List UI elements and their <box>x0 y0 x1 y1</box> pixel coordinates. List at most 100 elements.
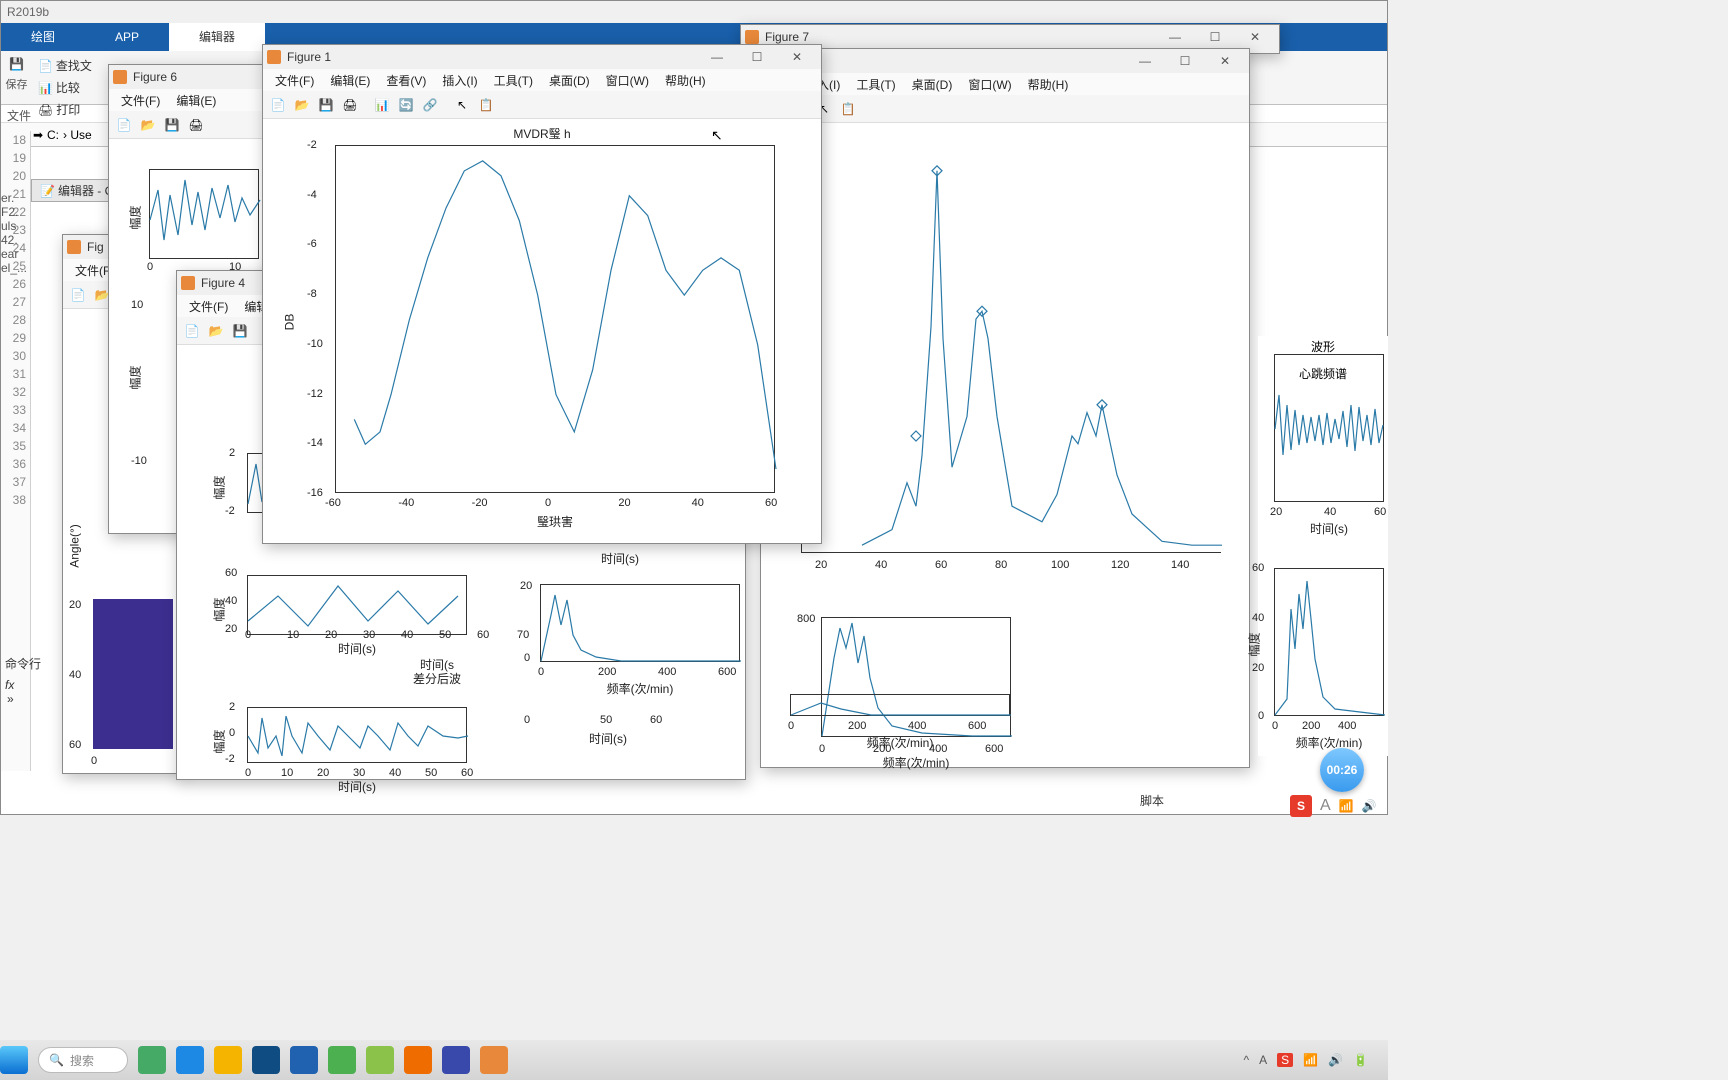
menu-desktop[interactable]: 桌面(D) <box>541 72 598 89</box>
list-item[interactable]: ear <box>1 247 21 261</box>
close-button[interactable]: ✕ <box>1205 49 1245 73</box>
save-button[interactable]: 💾 <box>5 55 28 73</box>
find-button[interactable]: 📄查找文 <box>34 55 96 76</box>
explorer-icon[interactable] <box>214 1046 242 1074</box>
save-icon: 💾 <box>9 57 24 71</box>
maximize-button[interactable]: ☐ <box>1165 49 1205 73</box>
bottom-strip: 0 50 60 时间(s) 0 200 400 600 频率(次/min) <box>480 694 1060 774</box>
datatip-icon[interactable]: 📊 <box>371 94 393 116</box>
close-button[interactable]: ✕ <box>1235 25 1275 49</box>
menu-desktop[interactable]: 桌面(D) <box>904 76 961 93</box>
pointer-icon[interactable]: ↖ <box>451 94 473 116</box>
matlab-taskbar-icon[interactable] <box>480 1046 508 1074</box>
open-icon[interactable]: 📂 <box>291 94 313 116</box>
task-view-icon[interactable] <box>138 1046 166 1074</box>
new-icon[interactable]: 📄 <box>181 320 203 342</box>
list-item[interactable]: el_... <box>1 261 21 275</box>
volume-icon[interactable]: 🔊 <box>1362 799 1377 813</box>
menu-edit[interactable]: 编辑(E) <box>322 72 378 89</box>
new-icon[interactable]: 📄 <box>113 114 135 136</box>
wifi-icon[interactable]: 📶 <box>1339 799 1354 813</box>
tray-wifi-icon[interactable]: 📶 <box>1303 1053 1318 1067</box>
open-icon[interactable]: 📂 <box>137 114 159 136</box>
snip-icon[interactable] <box>404 1046 432 1074</box>
save-icon[interactable]: 💾 <box>315 94 337 116</box>
maximize-button[interactable]: ☐ <box>1195 25 1235 49</box>
list-icon[interactable]: 📋 <box>837 98 859 120</box>
taskbar-search[interactable]: 🔍 搜索 <box>38 1047 128 1073</box>
wechat-icon[interactable] <box>328 1046 356 1074</box>
menu-edit[interactable]: 编辑(E) <box>168 92 224 109</box>
fig1-titlebar[interactable]: Figure 1 — ☐ ✕ <box>263 45 821 69</box>
save-icon[interactable]: 💾 <box>229 320 251 342</box>
menu-tools[interactable]: 工具(T) <box>486 72 541 89</box>
open-icon[interactable]: 📂 <box>205 320 227 342</box>
figure-peaks[interactable]: — ☐ ✕ (V) 插入(I) 工具(T) 桌面(D) 窗口(W) 帮助(H) … <box>760 48 1250 768</box>
print-icon: 🖨 <box>38 103 53 117</box>
menu-view[interactable]: 查看(V) <box>378 72 434 89</box>
list-item[interactable]: 42. <box>1 233 21 247</box>
matlab-icon <box>181 276 195 290</box>
app-icon-1[interactable] <box>252 1046 280 1074</box>
list-item[interactable]: F2. <box>1 205 21 219</box>
print-icon[interactable]: 🖨 <box>185 114 207 136</box>
print-icon[interactable]: 🖨 <box>339 94 361 116</box>
mvdr-ylabel: DB <box>282 314 296 331</box>
ribbon-tab-plot[interactable]: 绘图 <box>1 23 85 51</box>
menu-tools[interactable]: 工具(T) <box>848 76 903 93</box>
close-button[interactable]: ✕ <box>777 45 817 69</box>
menu-file[interactable]: 文件(F) <box>181 298 236 315</box>
menu-help[interactable]: 帮助(H) <box>657 72 714 89</box>
menu-window[interactable]: 窗口(W) <box>960 76 1019 93</box>
path-folder[interactable]: › Use <box>63 128 92 142</box>
link-icon[interactable]: 🔗 <box>419 94 441 116</box>
start-icon[interactable] <box>0 1046 28 1074</box>
tray-ime-icon[interactable]: S <box>1277 1053 1293 1067</box>
figure-1[interactable]: Figure 1 — ☐ ✕ 文件(F) 编辑(E) 查看(V) 插入(I) 工… <box>262 44 822 544</box>
fig6-toolbar: 📄 📂 💾 🖨 <box>109 111 267 139</box>
editor-tab-label: 编辑器 - C <box>58 182 113 199</box>
timer-value: 00:26 <box>1327 763 1358 777</box>
menu-file[interactable]: 文件(F) <box>267 72 322 89</box>
figpk-titlebar[interactable]: — ☐ ✕ <box>761 49 1249 73</box>
minimize-button[interactable]: — <box>697 45 737 69</box>
fig1-menubar: 文件(F) 编辑(E) 查看(V) 插入(I) 工具(T) 桌面(D) 窗口(W… <box>263 69 821 91</box>
tray-batt-icon[interactable]: 🔋 <box>1353 1053 1368 1067</box>
menu-help[interactable]: 帮助(H) <box>1020 76 1077 93</box>
list-item[interactable]: er. <box>1 191 21 205</box>
palette-icon[interactable]: 📋 <box>475 94 497 116</box>
new-icon[interactable]: 📄 <box>67 284 89 306</box>
edge-icon[interactable] <box>176 1046 204 1074</box>
image-plot <box>93 599 173 749</box>
compare-button[interactable]: 📊比较 <box>34 77 96 98</box>
rotate-icon[interactable]: 🔄 <box>395 94 417 116</box>
ribbon-tab-editor[interactable]: 编辑器 <box>169 23 265 51</box>
timer-bubble[interactable]: 00:26 <box>1320 748 1364 792</box>
minimize-button[interactable]: — <box>1125 49 1165 73</box>
diff-label: 差分后波 <box>377 670 497 687</box>
tray-font-icon[interactable]: A <box>1259 1053 1267 1067</box>
mvdr-xlabel: 瑿珙害 <box>335 513 775 530</box>
path-drive[interactable]: C: <box>47 128 59 142</box>
fx-prompt[interactable]: fx <box>5 678 67 692</box>
app-icon-3[interactable] <box>366 1046 394 1074</box>
list-item[interactable]: uls <box>1 219 21 233</box>
tray-vol-icon[interactable]: 🔊 <box>1328 1053 1343 1067</box>
chevron-up-icon[interactable]: ^ <box>1243 1053 1249 1067</box>
new-icon[interactable]: 📄 <box>267 94 289 116</box>
ime-icon[interactable]: S <box>1290 795 1312 817</box>
menu-file[interactable]: 文件(F) <box>113 92 168 109</box>
cursor-icon: ↖ <box>711 127 723 144</box>
minimize-button[interactable]: — <box>1155 25 1195 49</box>
maximize-button[interactable]: ☐ <box>737 45 777 69</box>
print-button[interactable]: 🖨打印 <box>34 99 96 120</box>
font-icon[interactable]: A <box>1320 797 1331 815</box>
menu-insert[interactable]: 插入(I) <box>434 72 485 89</box>
ribbon-tab-app[interactable]: APP <box>85 23 169 51</box>
app-icon-4[interactable] <box>442 1046 470 1074</box>
taskbar[interactable]: 🔍 搜索 ^ A S 📶 🔊 🔋 <box>0 1040 1388 1080</box>
app-icon-2[interactable] <box>290 1046 318 1074</box>
fig6-titlebar[interactable]: Figure 6 <box>109 65 267 89</box>
save-icon[interactable]: 💾 <box>161 114 183 136</box>
menu-window[interactable]: 窗口(W) <box>598 72 657 89</box>
